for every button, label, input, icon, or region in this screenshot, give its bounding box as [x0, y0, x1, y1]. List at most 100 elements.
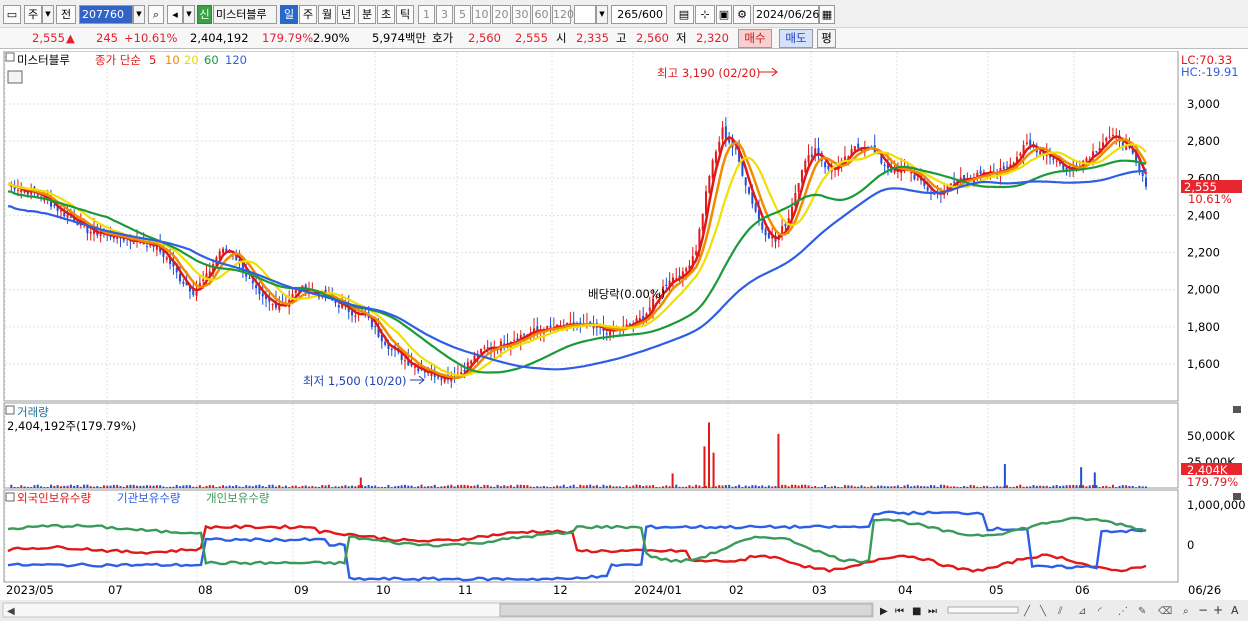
table-icon[interactable]: [7, 70, 23, 84]
volume-bar: [294, 485, 297, 488]
window-menu-icon[interactable]: ▭: [3, 5, 21, 24]
candle-body: [59, 210, 62, 212]
buy-button[interactable]: 매수: [738, 29, 772, 48]
count-field[interactable]: 265/600: [611, 5, 667, 24]
draw-fib-icon[interactable]: ⊿: [1078, 606, 1086, 617]
volume-bar: [599, 486, 602, 488]
draw-fan-icon[interactable]: ⋰: [1118, 606, 1128, 617]
interval-20-button[interactable]: 20: [492, 5, 511, 24]
zoom-in-icon[interactable]: ⌕: [1183, 606, 1189, 617]
candle-body: [754, 203, 757, 212]
draw-channel-icon[interactable]: ⫽: [1057, 606, 1063, 617]
volume-bar: [1025, 486, 1028, 488]
candle-body: [784, 224, 787, 227]
sell-button[interactable]: 매도: [779, 29, 813, 48]
market-select[interactable]: 주: [24, 5, 42, 24]
scroll-left-icon[interactable]: ◀: [7, 606, 15, 617]
scrollbar-thumb[interactable]: [499, 603, 873, 617]
date-input[interactable]: 2024/06/26: [753, 5, 819, 24]
volume-bar: [506, 486, 509, 488]
candle-body: [384, 341, 387, 345]
draw-text-icon[interactable]: ✎: [1138, 606, 1146, 617]
text-size-icon[interactable]: A: [1231, 604, 1239, 617]
stock-code-input[interactable]: 207760: [79, 5, 133, 24]
volume-bar: [996, 485, 999, 488]
interval-3-button[interactable]: 3: [436, 5, 453, 24]
volume-bar: [43, 487, 46, 488]
volume-bar: [185, 485, 188, 488]
interval-60-button[interactable]: 60: [532, 5, 551, 24]
stock-code-dropdown-icon[interactable]: ▼: [133, 5, 145, 24]
candle-body: [460, 372, 463, 375]
eval-button[interactable]: 평: [817, 29, 836, 48]
crosshair-icon[interactable]: ⊹: [695, 5, 715, 24]
x-axis-label: 10: [376, 583, 391, 597]
open-label: 시: [556, 31, 567, 45]
stop-icon[interactable]: ■: [912, 606, 921, 617]
tab-minute[interactable]: 분: [358, 5, 376, 24]
volume-bar: [341, 485, 344, 488]
volume-bar: [738, 484, 741, 488]
chart-tools-icon[interactable]: ▤: [674, 5, 694, 24]
interval-custom-input[interactable]: [574, 5, 596, 24]
gear-icon[interactable]: ⚙: [733, 5, 751, 24]
chart-area[interactable]: 미스터블루 종가 단순 5 10 20 60 120 LC:70.33 HC:-…: [0, 50, 1248, 621]
volume-bar: [327, 484, 330, 488]
interval-120-button[interactable]: 120: [552, 5, 574, 24]
erase-icon[interactable]: ⌫: [1158, 606, 1172, 617]
speaker-icon[interactable]: ◂: [167, 5, 183, 24]
volume-bar: [83, 484, 86, 488]
volume-bar: [1022, 486, 1025, 488]
market-dropdown-icon[interactable]: ▼: [42, 5, 54, 24]
interval-10-button[interactable]: 10: [472, 5, 491, 24]
bid-value: 2,555: [515, 31, 548, 45]
price-change: 245: [96, 31, 118, 45]
volume-bar: [446, 485, 449, 488]
interval-1-button[interactable]: 1: [418, 5, 435, 24]
volume-bar: [585, 485, 588, 488]
volume-bar: [59, 486, 62, 488]
zoom-plus-icon[interactable]: +: [1213, 603, 1223, 617]
zoom-out-icon[interactable]: −: [1198, 603, 1208, 617]
tab-day[interactable]: 일: [280, 5, 298, 24]
scroll-right-icon[interactable]: ▶: [880, 606, 888, 617]
tab-month[interactable]: 월: [318, 5, 336, 24]
candle-body: [536, 326, 539, 331]
tab-week[interactable]: 주: [299, 5, 317, 24]
volume-bar: [668, 486, 671, 488]
volume-bar: [589, 484, 592, 488]
count-total: /600: [638, 8, 663, 21]
candle-body: [708, 176, 711, 193]
volume-bar: [513, 486, 516, 488]
volume-bar: [824, 485, 827, 488]
tab-tick[interactable]: 틱: [396, 5, 414, 24]
volume-bar: [483, 484, 486, 488]
zoom-slider[interactable]: [947, 606, 1019, 614]
candle-body: [390, 348, 393, 350]
candle-body: [711, 160, 714, 179]
volume-panel-max-icon[interactable]: [1233, 406, 1241, 413]
ask-label: 호가: [432, 31, 454, 45]
rewind-icon[interactable]: ⏮: [895, 606, 904, 617]
save-icon[interactable]: ▣: [716, 5, 732, 24]
interval-dropdown-icon[interactable]: ▼: [596, 5, 608, 24]
search-icon[interactable]: ⌕: [148, 5, 164, 24]
speaker-dropdown-icon[interactable]: ▼: [183, 5, 195, 24]
volume-bar: [218, 486, 221, 488]
interval-30-button[interactable]: 30: [512, 5, 531, 24]
holding-tick-1000000: 1,000,000: [1187, 498, 1246, 512]
draw-line-icon[interactable]: ╱: [1023, 604, 1031, 617]
fast-forward-icon[interactable]: ⏭: [928, 606, 937, 617]
volume-bar: [612, 486, 615, 488]
volume-bar: [470, 485, 473, 488]
tab-second[interactable]: 초: [377, 5, 395, 24]
interval-5-button[interactable]: 5: [454, 5, 471, 24]
calendar-icon[interactable]: ▦: [819, 5, 835, 24]
period-prefix-button[interactable]: 전: [56, 5, 76, 24]
volume-bar: [632, 485, 635, 488]
volume-bar: [1055, 485, 1058, 488]
draw-arc-icon[interactable]: ◜: [1098, 606, 1102, 617]
volume-bar: [466, 485, 469, 488]
draw-trend-icon[interactable]: ╲: [1039, 604, 1047, 617]
tab-year[interactable]: 년: [337, 5, 355, 24]
